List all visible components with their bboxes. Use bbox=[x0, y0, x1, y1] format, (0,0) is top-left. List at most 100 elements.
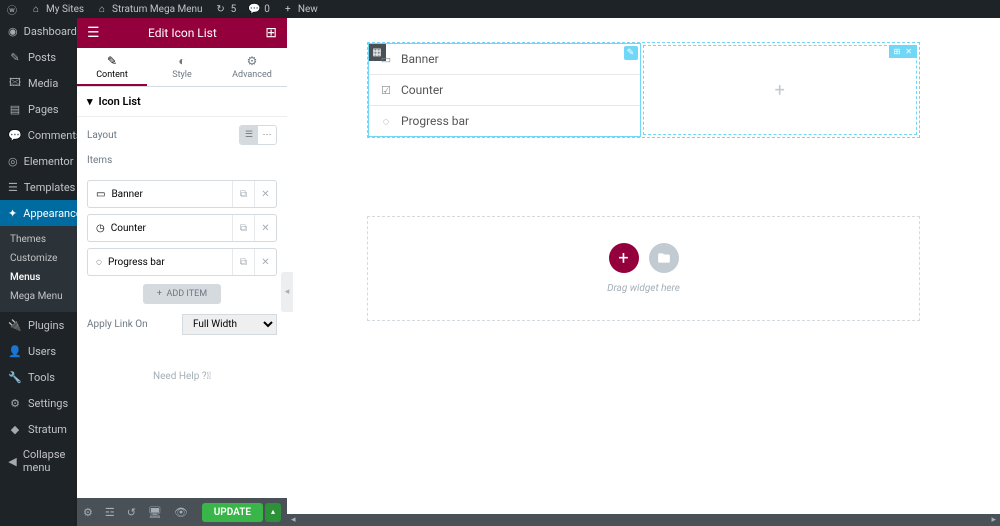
close-icon[interactable]: ✕ bbox=[905, 47, 912, 56]
style-icon: ◐ bbox=[147, 54, 217, 68]
footer-navigator-icon[interactable]: ☲ bbox=[105, 506, 115, 519]
counter-icon: ◷ bbox=[96, 223, 105, 234]
sidebar-item-users[interactable]: 👤Users bbox=[0, 338, 77, 364]
empty-column[interactable]: ⊞✕ + bbox=[643, 45, 918, 135]
brush-icon: ✦ bbox=[8, 206, 17, 220]
footer-responsive-icon[interactable]: 🖥 bbox=[148, 506, 162, 519]
media-icon: 🖾 bbox=[8, 76, 22, 90]
section-icon-list[interactable]: ▾Icon List bbox=[77, 87, 287, 117]
repeater-item[interactable]: ◷Counter ⧉ ✕ bbox=[87, 214, 277, 242]
refresh-icon: ↻ bbox=[215, 3, 227, 15]
panel-menu-icon[interactable]: ☰ bbox=[87, 25, 100, 41]
scroll-right-icon[interactable]: ▸ bbox=[987, 515, 1000, 525]
icon-list-widget[interactable]: ✎ ▭Banner ☑Counter ◌Progress bar bbox=[368, 43, 641, 137]
sidebar-item-templates[interactable]: ☰Templates bbox=[0, 174, 77, 200]
update-options-button[interactable]: ▴ bbox=[265, 503, 281, 522]
panel-tabs: ✎Content ◐Style ⚙Advanced bbox=[77, 48, 287, 87]
sidebar-item-stratum[interactable]: ◆Stratum bbox=[0, 416, 77, 442]
page-icon: ▤ bbox=[8, 102, 22, 116]
sidebar-item-elementor[interactable]: ◎Elementor bbox=[0, 148, 77, 174]
submenu-themes[interactable]: Themes bbox=[0, 230, 77, 249]
remove-button[interactable]: ✕ bbox=[254, 181, 276, 207]
add-section-button[interactable]: + bbox=[609, 243, 639, 273]
items-label: Items bbox=[87, 155, 277, 166]
layout-horizontal[interactable]: ⋯ bbox=[258, 126, 276, 144]
scroll-left-icon[interactable]: ◂ bbox=[287, 515, 300, 525]
wp-sidebar: ◉Dashboard ✎Posts 🖾Media ▤Pages 💬Comment… bbox=[0, 18, 77, 526]
comments-link[interactable]: 💬0 bbox=[248, 3, 270, 15]
remove-button[interactable]: ✕ bbox=[254, 215, 276, 241]
remove-button[interactable]: ✕ bbox=[254, 249, 276, 275]
sidebar-item-pages[interactable]: ▤Pages bbox=[0, 96, 77, 122]
section-selected[interactable]: ▦ ✎ ▭Banner ☑Counter ◌Progress bar ⊞✕ + bbox=[367, 42, 920, 138]
banner-icon: ▭ bbox=[379, 52, 393, 66]
canvas-bottom-bar: ◂ ▸ bbox=[287, 514, 1000, 526]
progress-icon: ◌ bbox=[379, 114, 393, 128]
add-template-button[interactable] bbox=[649, 243, 679, 273]
need-help[interactable]: Need Help ?⃝ bbox=[77, 345, 287, 408]
layout-vertical[interactable]: ☰ bbox=[240, 126, 258, 144]
tab-advanced[interactable]: ⚙Advanced bbox=[217, 48, 287, 86]
elementor-panel: ☰ Edit Icon List ⊞ ✎Content ◐Style ⚙Adva… bbox=[77, 18, 287, 526]
repeater-item[interactable]: ◌Progress bar ⧉ ✕ bbox=[87, 248, 277, 276]
sidebar-item-media[interactable]: 🖾Media bbox=[0, 70, 77, 96]
site-name-link[interactable]: ⌂Stratum Mega Menu bbox=[96, 3, 203, 15]
comment-icon: 💬 bbox=[8, 128, 22, 142]
gear-icon: ⚙ bbox=[217, 54, 287, 68]
panel-widgets-icon[interactable]: ⊞ bbox=[265, 25, 277, 41]
list-item: ◌Progress bar bbox=[369, 106, 640, 136]
progress-icon: ◌ bbox=[96, 257, 102, 268]
new-link[interactable]: +New bbox=[282, 3, 318, 15]
sidebar-item-posts[interactable]: ✎Posts bbox=[0, 44, 77, 70]
footer-history-icon[interactable]: ↺ bbox=[127, 506, 136, 519]
folder-icon bbox=[657, 251, 671, 265]
duplicate-button[interactable]: ⧉ bbox=[232, 215, 254, 241]
repeater-items: ▭Banner ⧉ ✕ ◷Counter ⧉ ✕ ◌Progress bar ⧉… bbox=[77, 180, 287, 304]
submenu-mega-menu[interactable]: Mega Menu bbox=[0, 287, 77, 306]
submenu-menus[interactable]: Menus bbox=[0, 268, 77, 287]
tab-content[interactable]: ✎Content bbox=[77, 48, 147, 86]
panel-header: ☰ Edit Icon List ⊞ bbox=[77, 18, 287, 48]
footer-preview-icon[interactable]: 👁 bbox=[174, 506, 188, 519]
wp-logo[interactable]: ⓦ bbox=[6, 3, 18, 15]
apply-link-select[interactable]: Full Width bbox=[182, 314, 277, 335]
comment-icon: 💬 bbox=[248, 3, 260, 15]
sidebar-item-tools[interactable]: 🔧Tools bbox=[0, 364, 77, 390]
chevron-down-icon: ▾ bbox=[87, 95, 93, 108]
new-section-area[interactable]: + Drag widget here bbox=[367, 216, 920, 321]
sidebar-collapse[interactable]: ◀Collapse menu bbox=[0, 442, 77, 480]
submenu-customize[interactable]: Customize bbox=[0, 249, 77, 268]
sidebar-item-plugins[interactable]: 🔌Plugins bbox=[0, 312, 77, 338]
plus-icon: + bbox=[157, 289, 162, 299]
drag-hint: Drag widget here bbox=[394, 283, 893, 294]
sidebar-item-appearance[interactable]: ✦Appearance bbox=[0, 200, 77, 226]
updates-link[interactable]: ↻5 bbox=[215, 3, 237, 15]
duplicate-button[interactable]: ⧉ bbox=[232, 249, 254, 275]
plugin-icon: 🔌 bbox=[8, 318, 22, 332]
sidebar-item-comments[interactable]: 💬Comments bbox=[0, 122, 77, 148]
wrench-icon: 🔧 bbox=[8, 370, 22, 384]
update-button[interactable]: UPDATE bbox=[202, 503, 263, 522]
panel-collapse-handle[interactable]: ◂ bbox=[281, 272, 293, 312]
footer-settings-icon[interactable]: ⚙ bbox=[83, 506, 93, 519]
home-icon: ⌂ bbox=[96, 3, 108, 15]
repeater-item[interactable]: ▭Banner ⧉ ✕ bbox=[87, 180, 277, 208]
add-item-button[interactable]: + ADD ITEM bbox=[143, 284, 221, 304]
panel-body: ▾Icon List Layout ☰ ⋯ Items ▭Banner ⧉ ✕ bbox=[77, 87, 287, 498]
sidebar-item-dashboard[interactable]: ◉Dashboard bbox=[0, 18, 77, 44]
duplicate-button[interactable]: ⧉ bbox=[232, 181, 254, 207]
tab-style[interactable]: ◐Style bbox=[147, 48, 217, 86]
column-icon: ⊞ bbox=[894, 47, 901, 56]
add-widget-icon[interactable]: + bbox=[775, 80, 785, 101]
column-controls[interactable]: ⊞✕ bbox=[889, 45, 917, 58]
pin-icon: ✎ bbox=[8, 50, 22, 64]
stratum-icon: ◆ bbox=[8, 422, 22, 436]
my-sites-link[interactable]: ⌂My Sites bbox=[30, 3, 84, 15]
layout-toggle[interactable]: ☰ ⋯ bbox=[239, 125, 277, 145]
dashboard-icon: ◉ bbox=[8, 24, 18, 38]
panel-title: Edit Icon List bbox=[148, 26, 217, 40]
user-icon: 👤 bbox=[8, 344, 22, 358]
sidebar-item-settings[interactable]: ⚙Settings bbox=[0, 390, 77, 416]
widget-edit-icon[interactable]: ✎ bbox=[624, 46, 638, 60]
layout-label: Layout bbox=[87, 130, 117, 141]
